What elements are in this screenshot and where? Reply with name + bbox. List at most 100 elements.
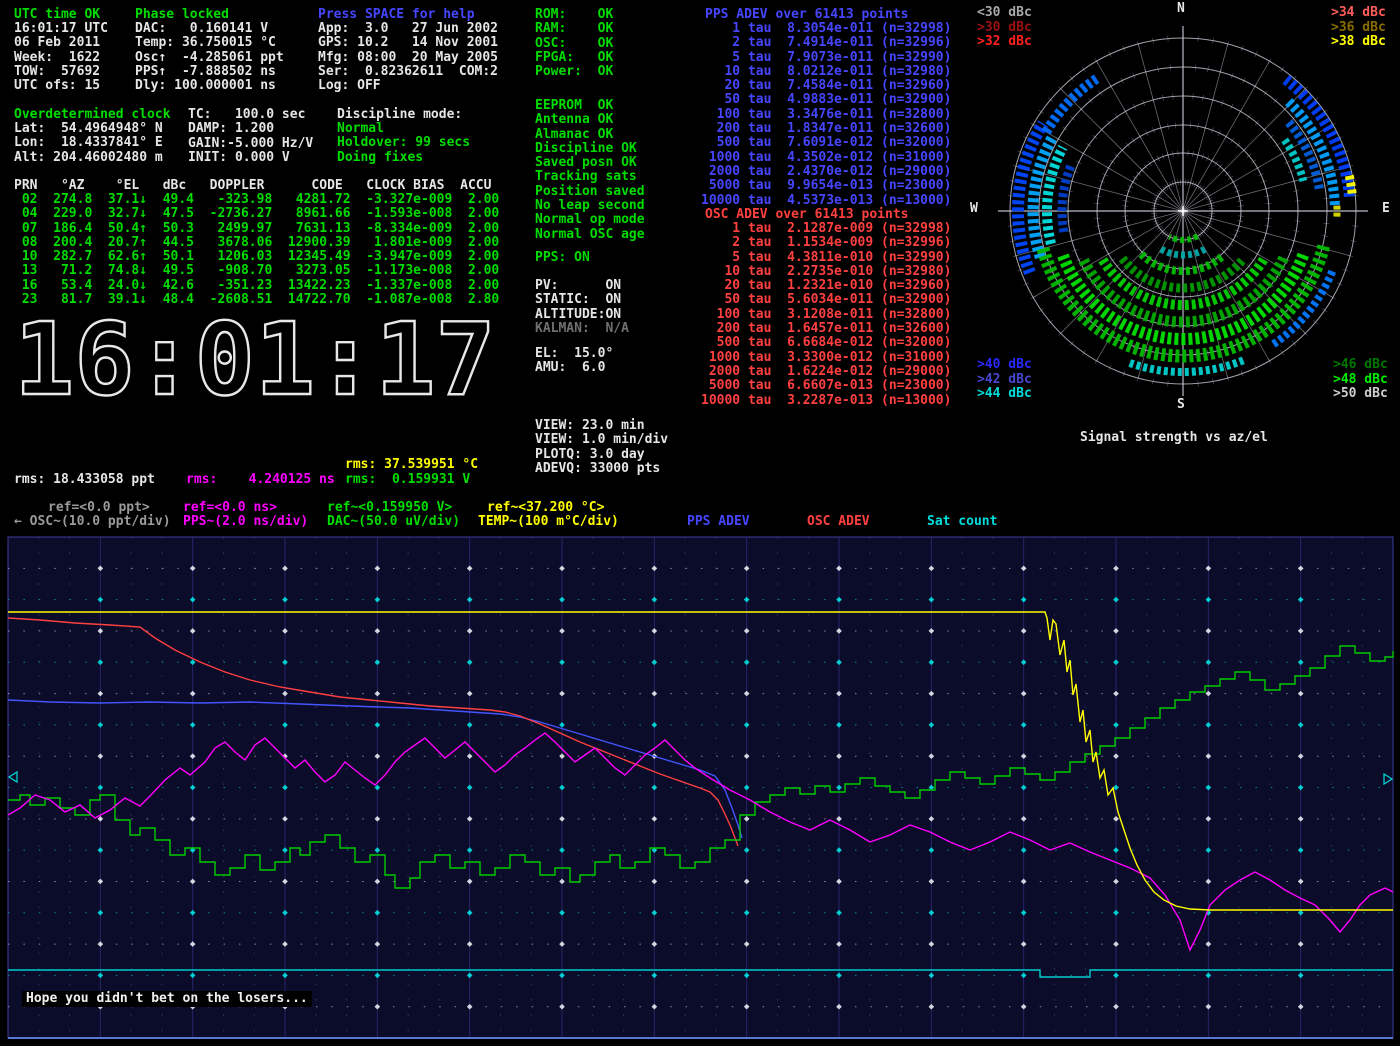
adev-row: 2000 tau 2.4370e-012 (n=29000) [701, 165, 951, 179]
status-line: Temp: 36.750015 °C [135, 36, 284, 50]
digital-clock-digits: 16:01:17 [14, 301, 496, 413]
utc-status-lines: 16:01:17 UTC06 Feb 2011Week: 1622TOW: 57… [14, 22, 108, 93]
status-line: ALTITUDE:ON [535, 308, 621, 322]
signal-strength-polar-map [990, 17, 1380, 407]
adev-row: 20 tau 1.2321e-010 (n=32960) [701, 279, 951, 293]
status-line: ROM: OK [535, 8, 613, 22]
adev-row: 2 tau 7.4914e-011 (n=32996) [701, 36, 951, 50]
status-line: Tracking sats [535, 170, 645, 184]
pps-adev-rows: 1 tau 8.3054e-011 (n=32998) 2 tau 7.4914… [701, 22, 951, 208]
status-line: Antenna OK [535, 113, 645, 127]
rms-dac: rms: 0.159931 V [345, 473, 470, 487]
dbc-legend-label: >42 dBc [977, 373, 1032, 388]
status-line: VIEW: 1.0 min/div [535, 433, 668, 447]
adev-row: 10 tau 2.2735e-010 (n=32980) [701, 265, 951, 279]
rms-temp: rms: 37.539951 °C [345, 458, 478, 472]
dbc-legend-label: >40 dBc [977, 358, 1032, 373]
sat-count-plot-label: Sat count [927, 515, 997, 529]
dbc-legend-label: >44 dBc [977, 387, 1032, 402]
osc-adev-plot-label: OSC ADEV [807, 515, 870, 529]
adev-row: 1 tau 8.3054e-011 (n=32998) [701, 22, 951, 36]
status-line: FPGA: OK [535, 51, 613, 65]
status-line: Discipline OK [535, 142, 645, 156]
table-row: 04 229.0 32.7↓ 47.5 -2736.27 8961.66 -1.… [14, 207, 499, 221]
rms-osc: rms: 18.433058 ppt [14, 473, 155, 487]
status-line: 16:01:17 UTC [14, 22, 108, 36]
adev-row: 1000 tau 4.3502e-012 (n=31000) [701, 151, 951, 165]
status-line: PLOTQ: 3.0 day [535, 448, 668, 462]
table-row: 10 282.7 62.6↑ 50.1 1206.03 12345.49 -3.… [14, 250, 499, 264]
compass-south: S [1177, 398, 1185, 412]
dbc-legend-label: >32 dBc [977, 35, 1032, 50]
status-line: INIT: 0.000 V [188, 151, 313, 165]
status-line: Ser: 0.82362611 COM:2 [318, 65, 498, 79]
kalman-state: KALMAN: N/A [535, 322, 629, 336]
adev-row: 1 tau 2.1287e-009 (n=32998) [701, 222, 951, 236]
dbc-legend-label: <30 dBc [977, 6, 1032, 21]
status-line: Normal [337, 122, 470, 136]
status-line: Alt: 204.46002480 m [14, 151, 163, 165]
status-line: TOW: 57692 [14, 65, 108, 79]
adev-row: 500 tau 6.6684e-012 (n=32000) [701, 336, 951, 350]
pps-state: PPS: ON [535, 251, 590, 265]
adev-row: 20 tau 7.4584e-011 (n=32960) [701, 79, 951, 93]
adev-row: 2 tau 1.1534e-009 (n=32996) [701, 236, 951, 250]
temp-scale-label: TEMP~(100 m°C/div) [478, 515, 619, 529]
dbc-legend-bottom-right: >46 dBc>48 dBc>50 dBc [1333, 358, 1388, 402]
status-line: App: 3.0 27 Jun 2002 [318, 22, 498, 36]
receiver-health-lines: ROM: OKRAM: OKOSC: OKFPGA: OKPower: OK [535, 8, 613, 79]
dbc-legend-label: >38 dBc [1331, 35, 1386, 50]
table-row: 08 200.4 20.7↑ 44.5 3678.06 12900.39 1.8… [14, 236, 499, 250]
status-line: DAMP: 1.200 [188, 122, 313, 136]
phase-status-lines: DAC: 0.160141 VTemp: 36.750015 °COsc↑ -4… [135, 22, 284, 93]
adev-row: 2000 tau 1.6224e-012 (n=29000) [701, 365, 951, 379]
discipline-lines: NormalHoldover: 99 secsDoing fixes [337, 122, 470, 165]
rms-pps: rms: 4.240125 ns [186, 473, 335, 487]
polar-caption: Signal strength vs az/el [1080, 431, 1268, 445]
status-line: 06 Feb 2011 [14, 36, 108, 50]
status-line: TC: 100.0 sec [188, 108, 313, 122]
status-line: Week: 1622 [14, 51, 108, 65]
status-line: Lon: 18.4337841° E [14, 136, 163, 150]
status-line: Position saved [535, 185, 645, 199]
status-line: Holdover: 99 secs [337, 136, 470, 150]
table-row: 07 186.4 50.4↑ 50.3 2499.97 7631.13 -8.3… [14, 222, 499, 236]
status-line: PPS↑ -7.888502 ns [135, 65, 284, 79]
status-line: Saved posn OK [535, 156, 645, 170]
status-line: STATIC: ON [535, 293, 621, 307]
table-row: 13 71.2 74.8↓ 49.5 -908.70 3273.05 -1.17… [14, 264, 499, 278]
status-line: AMU: 6.0 [535, 361, 613, 375]
adev-row: 50 tau 5.6034e-011 (n=32900) [701, 293, 951, 307]
status-line: Normal op mode [535, 213, 645, 227]
status-line: Power: OK [535, 65, 613, 79]
osc-adev-rows: 1 tau 2.1287e-009 (n=32998) 2 tau 1.1534… [701, 222, 951, 408]
pps-adev-plot-label: PPS ADEV [687, 515, 750, 529]
status-line: GAIN:-5.000 Hz/V [188, 137, 313, 151]
status-line: Almanac OK [535, 128, 645, 142]
dac-scale-label: DAC~(50.0 uV/div) [327, 515, 460, 529]
status-line: PV: ON [535, 279, 621, 293]
position-lines: Lat: 54.4964948° NLon: 18.4337841° EAlt:… [14, 122, 163, 165]
dbc-legend-bottom-left: >40 dBc>42 dBc>44 dBc [977, 358, 1032, 402]
status-line: EEPROM OK [535, 99, 645, 113]
status-line: ADEVQ: 33000 pts [535, 462, 668, 476]
status-line: Normal OSC age [535, 228, 645, 242]
status-line: Log: OFF [318, 79, 498, 93]
strip-chart-plot[interactable] [0, 530, 1400, 1046]
status-message: Hope you didn't bet on the losers... [22, 991, 312, 1007]
table-row: 16 53.4 24.0↓ 42.6 -351.23 13422.23 -1.3… [14, 279, 499, 293]
adev-row: 10000 tau 3.2287e-013 (n=13000) [701, 394, 951, 408]
osc-scale-label: ← OSC~(10.0 ppt/div) [14, 515, 171, 529]
lady-heather-screen: { "top": { "utc": {"title": "UTC time OK… [0, 0, 1400, 1046]
adev-row: 5 tau 7.9073e-011 (n=32990) [701, 51, 951, 65]
status-line: VIEW: 23.0 min [535, 419, 668, 433]
status-line: GPS: 10.2 14 Nov 2001 [318, 36, 498, 50]
status-line: Osc↑ -4.285061 ppt [135, 51, 284, 65]
table-row: 02 274.8 37.1↓ 49.4 -323.98 4281.72 -3.3… [14, 193, 499, 207]
adev-row: 500 tau 7.6091e-012 (n=32000) [701, 136, 951, 150]
view-queue-lines: VIEW: 23.0 minVIEW: 1.0 min/divPLOTQ: 3.… [535, 419, 668, 476]
status-line: Lat: 54.4964948° N [14, 122, 163, 136]
adev-row: 200 tau 1.6457e-011 (n=32600) [701, 322, 951, 336]
dbc-legend-top-right: >34 dBc>36 dBc>38 dBc [1331, 6, 1386, 50]
adev-row: 5000 tau 6.6607e-013 (n=23000) [701, 379, 951, 393]
